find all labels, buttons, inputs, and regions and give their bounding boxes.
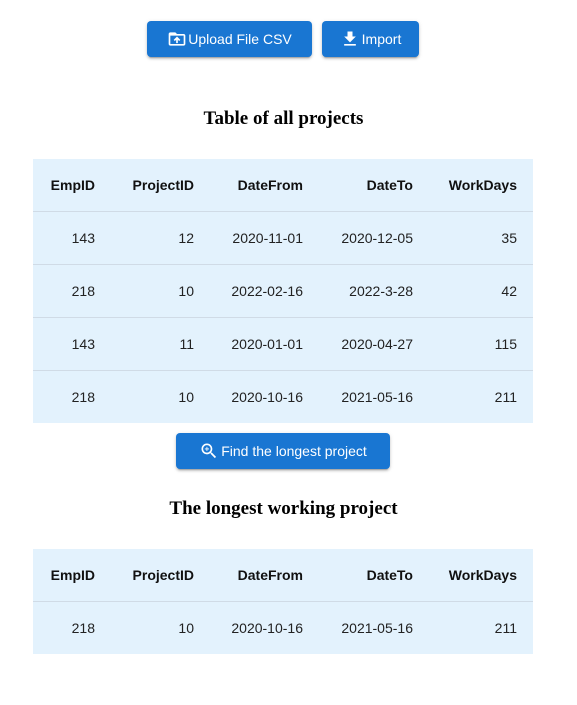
cell-datefrom: 2020-10-16 (231, 389, 303, 405)
column-header-dateto: DateTo (303, 159, 413, 212)
cell-empid: 143 (33, 211, 95, 265)
table-header-row: EmpID ProjectID DateFrom DateTo WorkDays (33, 159, 533, 212)
column-header-datefrom: DateFrom (194, 549, 303, 602)
column-header-workdays: WorkDays (413, 549, 517, 602)
longest-project-heading: The longest working project (169, 498, 398, 519)
cell-datefrom: 2020-11-01 (194, 211, 303, 265)
column-header-empid: EmpID (33, 549, 95, 602)
cell-empid: 143 (33, 317, 95, 371)
table-row: 143 12 2020-11-01 2020-12-05 35 (33, 211, 533, 265)
cell-datefrom: 2022-02-16 (194, 264, 303, 318)
cell-projectid: 12 (95, 211, 194, 265)
table-header-row: EmpID ProjectID DateFrom DateTo WorkDays (33, 549, 533, 602)
download-icon (340, 29, 360, 49)
upload-csv-label: Upload File CSV (188, 31, 292, 47)
find-longest-project-label: Find the longest project (221, 443, 367, 459)
all-projects-table: EmpID ProjectID DateFrom DateTo WorkDays… (33, 159, 533, 423)
column-header-projectid: ProjectID (95, 549, 194, 602)
cell-empid: 218 (71, 620, 95, 636)
all-projects-heading: Table of all projects (203, 108, 364, 129)
cell-datefrom: 2020-10-16 (231, 620, 303, 636)
upload-csv-button[interactable]: Upload File CSV (147, 21, 312, 57)
cell-workdays: 35 (413, 211, 517, 265)
cell-workdays: 211 (494, 389, 517, 405)
upload-folder-icon (167, 29, 187, 49)
cell-projectid: 11 (95, 317, 194, 371)
cell-dateto: 2020-04-27 (303, 317, 413, 371)
cell-projectid: 10 (178, 620, 194, 636)
cell-projectid: 10 (178, 389, 194, 405)
cell-dateto: 2022-3-28 (303, 264, 413, 318)
table-row: 143 11 2020-01-01 2020-04-27 115 (33, 317, 533, 371)
column-header-dateto: DateTo (303, 549, 413, 602)
import-button[interactable]: Import (322, 21, 419, 57)
cell-projectid: 10 (95, 264, 194, 318)
cell-dateto: 2021-05-16 (341, 620, 413, 636)
column-header-workdays: WorkDays (413, 159, 517, 212)
cell-workdays: 115 (413, 317, 517, 371)
cell-datefrom: 2020-01-01 (194, 317, 303, 371)
column-header-empid: EmpID (33, 159, 95, 212)
zoom-in-icon (199, 441, 219, 461)
longest-project-table: EmpID ProjectID DateFrom DateTo WorkDays… (33, 549, 533, 654)
cell-dateto: 2021-05-16 (341, 389, 413, 405)
cell-dateto: 2020-12-05 (303, 211, 413, 265)
import-label: Import (361, 31, 402, 47)
column-header-projectid: ProjectID (95, 159, 194, 212)
table-row: 218 10 2020-10-16 2021-05-16 211 (33, 371, 533, 424)
column-header-datefrom: DateFrom (194, 159, 303, 212)
cell-workdays: 42 (413, 264, 517, 318)
cell-workdays: 211 (494, 620, 517, 636)
table-row: 218 10 2022-02-16 2022-3-28 42 (33, 264, 533, 318)
cell-empid: 218 (33, 264, 95, 318)
page: Upload File CSV Import Table of all proj… (0, 0, 577, 705)
find-longest-project-button[interactable]: Find the longest project (176, 433, 390, 469)
cell-empid: 218 (71, 389, 95, 405)
table-row: 218 10 2020-10-16 2021-05-16 211 (33, 602, 533, 655)
